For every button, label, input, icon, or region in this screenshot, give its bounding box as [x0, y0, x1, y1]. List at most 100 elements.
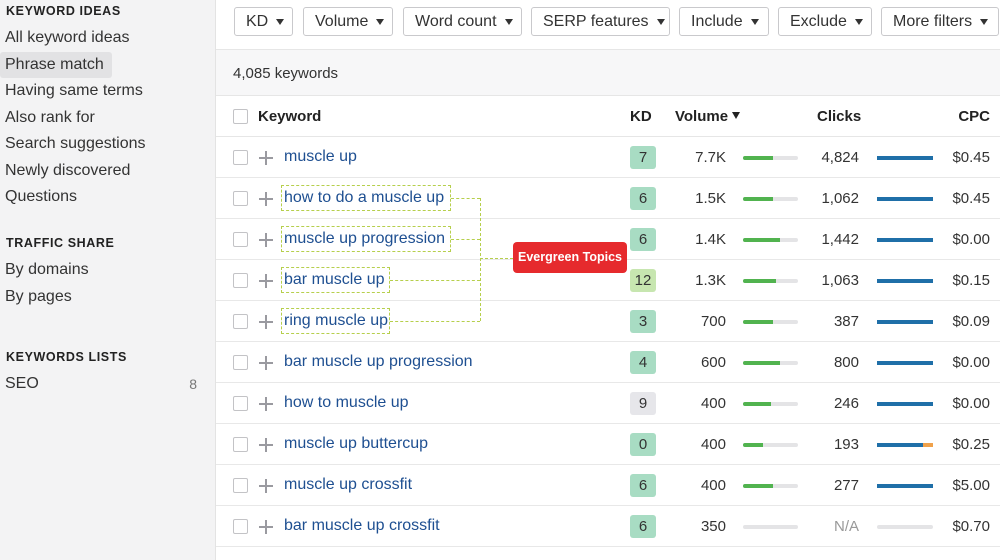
sidebar-item-also-rank-for[interactable]: Also rank for: [0, 105, 95, 131]
kd-badge: 6: [630, 515, 656, 538]
row-checkbox[interactable]: [233, 396, 248, 411]
add-to-list-icon[interactable]: [259, 520, 273, 534]
row-checkbox[interactable]: [233, 273, 248, 288]
volume-bar: [743, 484, 798, 488]
clicks-bar: [877, 525, 933, 529]
kd-badge: 6: [630, 187, 656, 210]
clicks-bar: [877, 279, 933, 283]
clicks-bar: [877, 443, 933, 447]
filter-more-filters-button[interactable]: More filters: [881, 7, 999, 36]
sidebar-item-phrase-match[interactable]: Phrase match: [0, 52, 112, 78]
cpc-value: $0.15: [952, 272, 990, 289]
table-row: bar muscle up progression 4 600 800 $0.00: [216, 342, 1000, 383]
kd-badge: 12: [630, 269, 656, 292]
filter-include-button[interactable]: Include: [679, 7, 769, 36]
kd-badge: 6: [630, 474, 656, 497]
volume-value: 400: [700, 436, 726, 453]
filter-word-count-label: Word count: [415, 12, 497, 30]
volume-value: 400: [700, 395, 726, 412]
row-checkbox[interactable]: [233, 150, 248, 165]
cpc-value: $5.00: [952, 477, 990, 494]
caret-down-icon: [276, 18, 285, 25]
keyword-count: 4,085 keywords: [233, 65, 339, 82]
clicks-value: 193: [833, 436, 859, 453]
filter-bar: KD Volume Word count SERP features Inclu…: [216, 0, 1000, 50]
clicks-value: 1,442: [821, 231, 859, 248]
row-checkbox[interactable]: [233, 478, 248, 493]
cpc-value: $0.25: [952, 436, 990, 453]
keyword-link[interactable]: muscle up: [284, 148, 357, 166]
clicks-value: 1,063: [821, 272, 859, 289]
select-all-checkbox[interactable]: [233, 109, 248, 124]
keyword-link[interactable]: bar muscle up progression: [284, 353, 473, 371]
row-checkbox[interactable]: [233, 355, 248, 370]
clicks-value: 277: [833, 477, 859, 494]
highlight-box: [281, 308, 390, 334]
add-to-list-icon[interactable]: [259, 397, 273, 411]
filter-word-count-button[interactable]: Word count: [403, 7, 522, 36]
sidebar: KEYWORD IDEAS All keyword ideas Phrase m…: [0, 0, 216, 560]
row-checkbox[interactable]: [233, 519, 248, 534]
header-keyword[interactable]: Keyword: [258, 108, 321, 125]
sidebar-item-seo[interactable]: SEO: [0, 371, 39, 397]
clicks-bar: [877, 402, 933, 406]
keyword-link[interactable]: muscle up crossfit: [284, 476, 412, 494]
row-checkbox[interactable]: [233, 314, 248, 329]
header-cpc[interactable]: CPC: [958, 108, 990, 125]
filter-serp-features-label: SERP features: [543, 12, 649, 30]
volume-bar: [743, 156, 798, 160]
header-clicks[interactable]: Clicks: [817, 108, 861, 125]
filter-volume-label: Volume: [315, 12, 369, 30]
sidebar-item-search-suggestions[interactable]: Search suggestions: [0, 131, 146, 157]
volume-bar: [743, 443, 798, 447]
sidebar-item-newly-discovered[interactable]: Newly discovered: [0, 158, 130, 184]
add-to-list-icon[interactable]: [259, 356, 273, 370]
sidebar-heading-keyword-ideas: KEYWORD IDEAS: [6, 4, 121, 18]
filter-include-label: Include: [691, 12, 743, 30]
filter-exclude-label: Exclude: [790, 12, 847, 30]
clicks-value: 800: [833, 354, 859, 371]
filter-kd-button[interactable]: KD: [234, 7, 293, 36]
volume-bar: [743, 238, 798, 242]
add-to-list-icon[interactable]: [259, 192, 273, 206]
caret-down-icon: [656, 18, 665, 25]
header-volume[interactable]: Volume: [675, 108, 741, 125]
connector-line: [451, 198, 480, 199]
row-checkbox[interactable]: [233, 232, 248, 247]
header-kd[interactable]: KD: [630, 108, 652, 125]
row-checkbox[interactable]: [233, 437, 248, 452]
kd-badge: 6: [630, 228, 656, 251]
sidebar-item-having-same-terms[interactable]: Having same terms: [0, 78, 143, 104]
filter-volume-button[interactable]: Volume: [303, 7, 393, 36]
caret-down-icon: [980, 18, 989, 25]
keyword-link[interactable]: bar muscle up crossfit: [284, 517, 440, 535]
volume-bar: [743, 361, 798, 365]
volume-value: 400: [700, 477, 726, 494]
cpc-value: $0.45: [952, 149, 990, 166]
add-to-list-icon[interactable]: [259, 233, 273, 247]
sidebar-item-by-domains[interactable]: By domains: [0, 257, 89, 283]
volume-value: 1.3K: [695, 272, 726, 289]
add-to-list-icon[interactable]: [259, 151, 273, 165]
sidebar-item-questions[interactable]: Questions: [0, 184, 77, 210]
clicks-value: N/A: [833, 518, 859, 535]
sidebar-item-all-keyword-ideas[interactable]: All keyword ideas: [0, 25, 130, 51]
keyword-link[interactable]: muscle up buttercup: [284, 435, 428, 453]
clicks-bar: [877, 156, 933, 160]
row-checkbox[interactable]: [233, 191, 248, 206]
filter-serp-features-button[interactable]: SERP features: [531, 7, 670, 36]
clicks-bar: [877, 361, 933, 365]
sidebar-item-by-pages[interactable]: By pages: [0, 284, 72, 310]
clicks-value: 1,062: [821, 190, 859, 207]
add-to-list-icon[interactable]: [259, 438, 273, 452]
add-to-list-icon[interactable]: [259, 315, 273, 329]
add-to-list-icon[interactable]: [259, 479, 273, 493]
cpc-value: $0.00: [952, 231, 990, 248]
sort-desc-icon: [732, 112, 741, 119]
clicks-bar: [877, 484, 933, 488]
add-to-list-icon[interactable]: [259, 274, 273, 288]
seo-list-count: 8: [189, 376, 197, 392]
keyword-link[interactable]: how to muscle up: [284, 394, 409, 412]
kd-badge: 7: [630, 146, 656, 169]
filter-exclude-button[interactable]: Exclude: [778, 7, 872, 36]
